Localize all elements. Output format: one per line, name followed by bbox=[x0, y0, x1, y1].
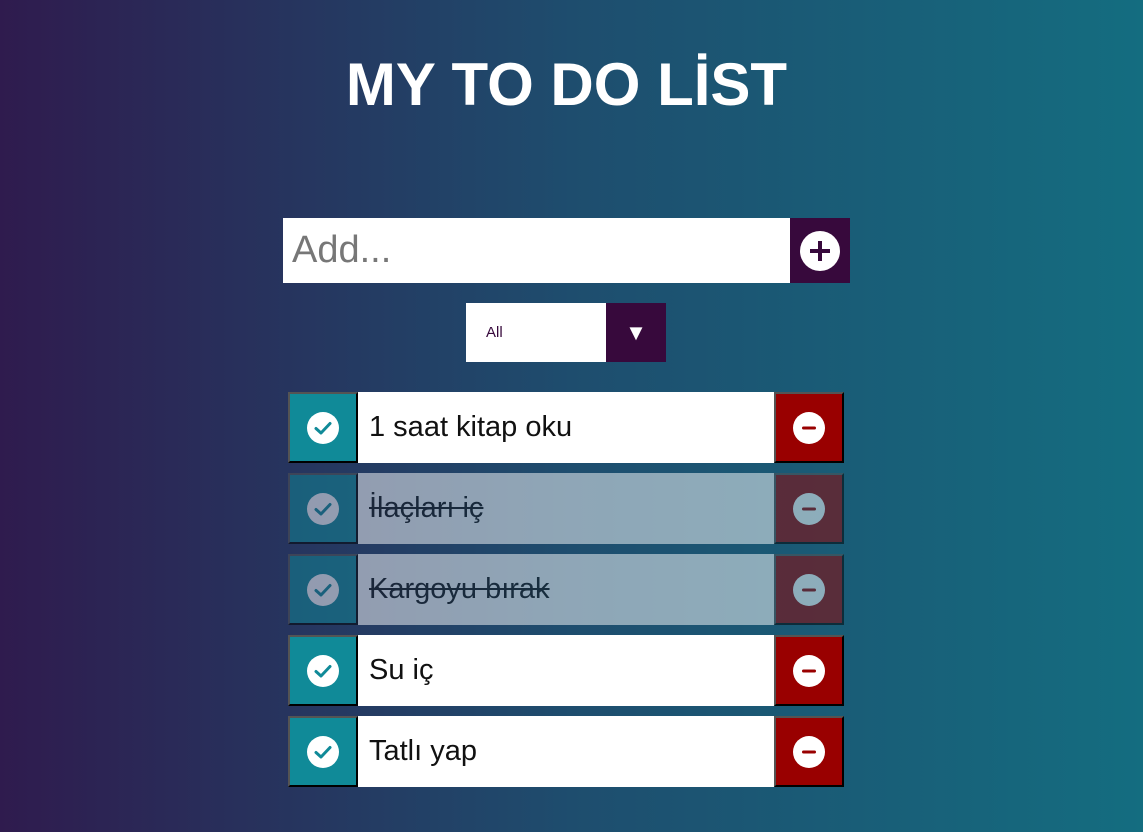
plus-circle-icon bbox=[800, 230, 840, 271]
todo-text: 1 saat kitap oku bbox=[358, 392, 774, 463]
todo-text: Tatlı yap bbox=[358, 716, 774, 787]
todo-item: Kargoyu bırak bbox=[288, 554, 844, 625]
check-circle-icon bbox=[307, 735, 339, 768]
delete-button[interactable] bbox=[774, 716, 844, 787]
complete-button[interactable] bbox=[288, 473, 358, 544]
todo-item: Tatlı yap bbox=[288, 716, 844, 787]
todo-list: 1 saat kitap oku İlaçları iç Kargoyu bır… bbox=[288, 392, 844, 797]
add-todo-button[interactable] bbox=[790, 218, 850, 283]
delete-button[interactable] bbox=[774, 554, 844, 625]
page-title: MY TO DO LİST bbox=[345, 51, 788, 118]
delete-button[interactable] bbox=[774, 635, 844, 706]
minus-circle-icon bbox=[793, 735, 825, 768]
minus-circle-icon bbox=[793, 573, 825, 606]
todo-item: Su iç bbox=[288, 635, 844, 706]
minus-circle-icon bbox=[793, 492, 825, 525]
complete-button[interactable] bbox=[288, 554, 358, 625]
check-circle-icon bbox=[307, 492, 339, 525]
todo-text: Kargoyu bırak bbox=[358, 554, 774, 625]
add-todo-input[interactable] bbox=[283, 218, 790, 283]
complete-button[interactable] bbox=[288, 392, 358, 463]
filter-selected-value[interactable]: All bbox=[466, 303, 606, 362]
triangle-down-icon[interactable]: ▼ bbox=[606, 303, 666, 362]
todo-item: İlaçları iç bbox=[288, 473, 844, 544]
delete-button[interactable] bbox=[774, 473, 844, 544]
add-todo-form bbox=[283, 218, 850, 283]
delete-button[interactable] bbox=[774, 392, 844, 463]
todo-text: İlaçları iç bbox=[358, 473, 774, 544]
check-circle-icon bbox=[307, 654, 339, 687]
minus-circle-icon bbox=[793, 411, 825, 444]
todo-item: 1 saat kitap oku bbox=[288, 392, 844, 463]
check-circle-icon bbox=[307, 411, 339, 444]
minus-circle-icon bbox=[793, 654, 825, 687]
filter-select[interactable]: All ▼ bbox=[466, 303, 666, 362]
complete-button[interactable] bbox=[288, 635, 358, 706]
complete-button[interactable] bbox=[288, 716, 358, 787]
todo-text: Su iç bbox=[358, 635, 774, 706]
check-circle-icon bbox=[307, 573, 339, 606]
filter-arrow-glyph: ▼ bbox=[625, 319, 647, 345]
